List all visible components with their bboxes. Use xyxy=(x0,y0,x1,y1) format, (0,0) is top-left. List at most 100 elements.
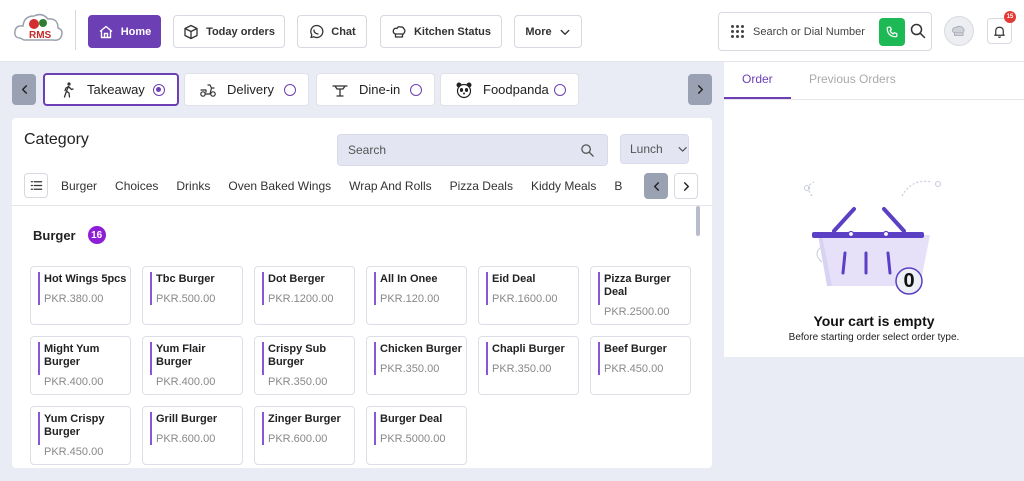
category-tab-drinks[interactable]: Drinks xyxy=(176,179,210,193)
menu-item-name: Grill Burger xyxy=(156,413,218,425)
order-type-next-button[interactable] xyxy=(688,74,712,105)
call-button[interactable] xyxy=(879,18,905,46)
category-title: Category xyxy=(24,131,89,148)
menu-item-name: Chicken Burger xyxy=(380,343,462,355)
menu-item-price: PKR.450.00 xyxy=(44,446,104,458)
chef-hat-icon xyxy=(392,25,406,38)
menu-item[interactable]: All In Onee PKR.120.00 xyxy=(366,266,467,325)
dial-search-placeholder[interactable]: Search or Dial Number xyxy=(753,26,865,38)
panda-icon xyxy=(456,82,472,98)
menu-item-name: Yum Flair Burger xyxy=(156,343,206,368)
chef-avatar-icon xyxy=(952,25,965,36)
menu-item-price: PKR.1200.00 xyxy=(268,293,334,305)
meal-time-select[interactable]: Lunch xyxy=(620,134,689,164)
menu-scrollbar[interactable] xyxy=(696,206,700,236)
category-tab-kiddy-meals[interactable]: Kiddy Meals xyxy=(531,179,596,193)
nav-chat-label: Chat xyxy=(331,25,356,38)
menu-item-name: Tbc Burger xyxy=(156,273,215,285)
category-tab-wrap-and-rolls[interactable]: Wrap And Rolls xyxy=(349,179,431,193)
menu-item-price: PKR.400.00 xyxy=(156,376,216,388)
menu-item[interactable]: Chicken Burger PKR.350.00 xyxy=(366,336,467,395)
search-icon[interactable] xyxy=(909,22,927,40)
section-heading: Burger 16 xyxy=(33,226,106,244)
order-type-dine-in-radio[interactable] xyxy=(410,83,422,96)
category-tab-choices[interactable]: Choices xyxy=(115,179,158,193)
menu-item-name: Burger Deal xyxy=(380,413,443,425)
menu-item-price: PKR.2500.00 xyxy=(604,306,670,318)
menu-item-name: Dot Berger xyxy=(268,273,325,285)
dial-search-box[interactable]: Search or Dial Number xyxy=(718,12,932,51)
category-divider xyxy=(12,205,712,206)
home-icon xyxy=(99,25,113,38)
cart-panel: Order Previous Orders 0 Your cart is emp… xyxy=(724,62,1024,357)
category-strip: Burger Choices Drinks Oven Baked Wings W… xyxy=(61,173,651,199)
order-type-foodpanda-label: Foodpanda xyxy=(483,82,549,97)
tab-order[interactable]: Order xyxy=(742,72,773,86)
menu-search-placeholder: Search xyxy=(348,143,387,157)
order-type-delivery[interactable]: Delivery xyxy=(184,73,309,106)
menu-item-name: Chapli Burger xyxy=(492,343,565,355)
nav-kitchen-status-button[interactable]: Kitchen Status xyxy=(380,15,502,48)
menu-item[interactable]: Tbc Burger PKR.500.00 xyxy=(142,266,243,325)
category-tab-pizza-deals[interactable]: Pizza Deals xyxy=(450,179,513,193)
order-type-foodpanda[interactable]: Foodpanda xyxy=(440,73,579,106)
menu-item-name: Beef Burger xyxy=(604,343,667,355)
nav-today-orders-button[interactable]: Today orders xyxy=(173,15,285,48)
section-count-badge: 16 xyxy=(87,226,106,244)
order-type-foodpanda-radio[interactable] xyxy=(554,83,566,96)
menu-item-price: PKR.380.00 xyxy=(44,293,104,305)
nav-kitchen-status-label: Kitchen Status xyxy=(413,25,491,38)
menu-item[interactable]: Might Yum Burger PKR.400.00 xyxy=(30,336,131,395)
menu-item[interactable]: Eid Deal PKR.1600.00 xyxy=(478,266,579,325)
menu-item[interactable]: Zinger Burger PKR.600.00 xyxy=(254,406,355,465)
menu-item-price: PKR.120.00 xyxy=(380,293,440,305)
tab-previous-orders[interactable]: Previous Orders xyxy=(809,72,896,86)
menu-search-input[interactable]: Search xyxy=(337,134,608,166)
meal-time-value: Lunch xyxy=(630,142,663,156)
menu-item-price: PKR.450.00 xyxy=(604,363,664,375)
search-icon xyxy=(581,144,594,157)
nav-chat-button[interactable]: Chat xyxy=(297,15,367,48)
menu-item-price: PKR.1600.00 xyxy=(492,293,558,305)
menu-item[interactable]: Yum Flair Burger PKR.400.00 xyxy=(142,336,243,395)
order-type-dine-in[interactable]: Dine-in xyxy=(316,73,435,106)
menu-item-name: Yum Crispy Burger xyxy=(44,413,105,438)
menu-item[interactable]: Yum Crispy Burger PKR.450.00 xyxy=(30,406,131,465)
dialpad-icon xyxy=(731,24,745,39)
list-icon xyxy=(30,181,42,190)
top-bar: RMS Home Today orders Chat Kitchen Statu… xyxy=(0,0,1024,62)
order-type-delivery-label: Delivery xyxy=(227,82,274,97)
category-next-button[interactable] xyxy=(674,173,698,199)
chevron-left-icon xyxy=(653,181,659,191)
order-type-prev-button[interactable] xyxy=(12,74,36,105)
menu-item[interactable]: Dot Berger PKR.1200.00 xyxy=(254,266,355,325)
user-avatar[interactable] xyxy=(944,16,974,46)
nav-home-label: Home xyxy=(120,25,152,38)
phone-icon xyxy=(886,26,898,38)
menu-item[interactable]: Burger Deal PKR.5000.00 xyxy=(366,406,467,465)
nav-home-button[interactable]: Home xyxy=(88,15,161,48)
restaurant-logo[interactable]: RMS xyxy=(12,8,64,52)
category-tab-burger[interactable]: Burger xyxy=(61,179,97,193)
menu-item[interactable]: Chapli Burger PKR.350.00 xyxy=(478,336,579,395)
menu-item[interactable]: Beef Burger PKR.450.00 xyxy=(590,336,691,395)
menu-item[interactable]: Grill Burger PKR.600.00 xyxy=(142,406,243,465)
order-type-takeaway-radio[interactable] xyxy=(153,83,165,96)
category-prev-button[interactable] xyxy=(644,173,668,199)
category-tab-truncated[interactable]: B xyxy=(614,179,622,193)
category-list-button[interactable] xyxy=(24,173,48,198)
menu-item-price: PKR.600.00 xyxy=(156,433,216,445)
menu-item[interactable]: Hot Wings 5pcs PKR.380.00 xyxy=(30,266,131,325)
whatsapp-icon xyxy=(310,24,324,38)
cart-empty-title: Your cart is empty xyxy=(813,313,935,329)
dining-table-icon xyxy=(332,84,348,97)
menu-item-price: PKR.500.00 xyxy=(156,293,216,305)
menu-item[interactable]: Pizza Burger Deal PKR.2500.00 xyxy=(590,266,691,325)
section-title: Burger xyxy=(33,227,76,243)
order-type-delivery-radio[interactable] xyxy=(284,83,296,96)
active-tab-indicator xyxy=(724,97,791,99)
menu-item[interactable]: Crispy Sub Burger PKR.350.00 xyxy=(254,336,355,395)
nav-more-button[interactable]: More xyxy=(514,15,582,48)
category-tab-oven-baked-wings[interactable]: Oven Baked Wings xyxy=(228,179,331,193)
order-type-takeaway[interactable]: Takeaway xyxy=(43,73,179,106)
